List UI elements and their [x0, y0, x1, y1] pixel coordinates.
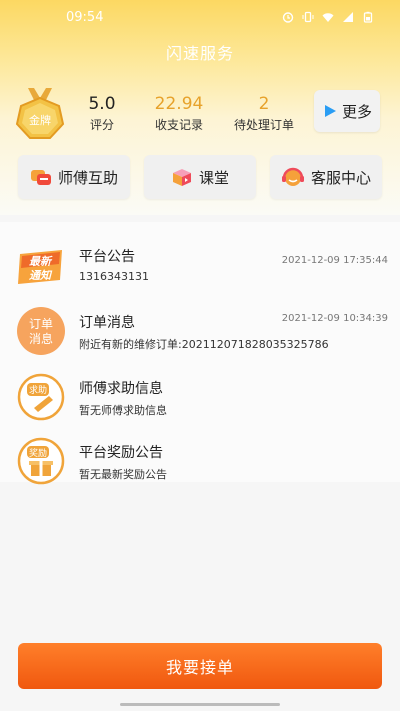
more-button-label: 更多 [341, 102, 372, 121]
list-item-help-info[interactable]: 求助 师傅求助信息 暂无师傅求助信息 [0, 362, 400, 426]
order-message-icon: 订单 消息 [17, 307, 65, 355]
notice-title: 平台公告 [79, 249, 135, 265]
stat-finance-label: 收支记录 [154, 118, 203, 132]
status-icons [282, 11, 374, 23]
mutual-help-label: 师傅互助 [57, 168, 118, 187]
stat-score-label: 评分 [89, 118, 114, 132]
list-item-reward-notice[interactable]: 奖励 平台奖励公告 暂无最新奖励公告 [0, 426, 400, 490]
reward-notice-subtitle: 暂无最新奖励公告 [79, 468, 167, 481]
reward-gift-icon: 奖励 [17, 437, 65, 485]
vibrate-icon [302, 11, 314, 23]
notice-icon-text-2: 通知 [29, 269, 53, 282]
gold-medal-icon: 金牌 [15, 88, 65, 139]
latest-notice-icon: 最新 通知 [18, 250, 62, 284]
stat-finance-value: 22.94 [154, 94, 204, 114]
notice-subtitle: 1316343131 [79, 270, 149, 283]
chat-bubbles-icon [30, 170, 51, 185]
play-box-icon [172, 169, 191, 186]
mutual-help-button[interactable]: 师傅互助 [18, 155, 130, 199]
notice-time: 2021-12-09 17:35:44 [281, 255, 388, 266]
reward-notice-title: 平台奖励公告 [79, 445, 163, 461]
accept-order-button[interactable]: 我要接单 [18, 643, 382, 689]
alarm-icon [282, 12, 294, 23]
list-item-order-message[interactable]: 订单 消息 订单消息 附近有新的维修订单:20211207182803532​5… [0, 296, 400, 360]
order-message-time: 2021-12-09 10:34:39 [281, 313, 388, 324]
play-triangle-icon [324, 105, 336, 117]
customer-service-button[interactable]: 客服中心 [270, 155, 382, 199]
classroom-button[interactable]: 课堂 [144, 155, 256, 199]
classroom-label: 课堂 [198, 168, 229, 187]
status-bar: 09:54 [0, 8, 400, 30]
order-message-title: 订单消息 [79, 315, 135, 331]
battery-icon [363, 11, 373, 23]
more-button[interactable]: 更多 [314, 90, 380, 132]
page-title: 闪速服务 [165, 44, 234, 63]
help-request-icon: 求助 [17, 373, 65, 421]
stat-pending-value: 2 [258, 94, 270, 114]
notice-icon-text-1: 最新 [29, 255, 53, 268]
help-icon-text: 求助 [29, 384, 47, 396]
wifi-icon [322, 13, 334, 22]
order-message-subtitle: 附近有新的维修订单:20211207182803532​5786 [79, 338, 329, 351]
status-time: 09:54 [66, 10, 104, 25]
home-indicator[interactable] [120, 703, 280, 706]
headset-icon [281, 167, 304, 186]
signal-icon [343, 12, 353, 22]
medal-text: 金牌 [29, 113, 51, 127]
order-icon-text-1: 订单 [29, 317, 53, 331]
order-icon-text-2: 消息 [29, 331, 53, 346]
stat-finance-records[interactable]: 22.94 收支记录 [146, 94, 212, 133]
help-info-subtitle: 暂无师傅求助信息 [79, 404, 167, 417]
stat-pending-label: 待处理订单 [233, 118, 294, 132]
help-info-title: 师傅求助信息 [79, 381, 163, 397]
stat-pending-orders[interactable]: 2 待处理订单 [226, 94, 302, 133]
customer-service-label: 客服中心 [310, 168, 371, 187]
stat-score-value: 5.0 [88, 94, 116, 114]
notice-list: 最新 通知 平台公告 1316343131 2021-12-09 17:35:4… [0, 222, 400, 485]
list-item-platform-notice[interactable]: 最新 通知 平台公告 1316343131 2021-12-09 17:35:4… [0, 230, 400, 294]
reward-icon-text: 奖励 [29, 447, 47, 459]
stat-score[interactable]: 5.0 评分 [82, 94, 122, 133]
